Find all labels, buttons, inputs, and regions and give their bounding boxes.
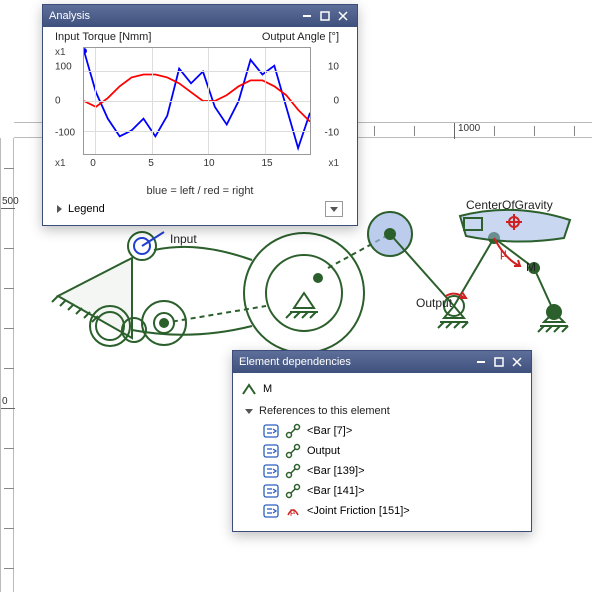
ytick-right: -10 [325, 128, 339, 139]
analysis-chart: Input Torque [Nmm] Output Angle [°] x1 x… [53, 33, 341, 183]
close-button[interactable] [509, 355, 525, 369]
xtick: 5 [148, 158, 154, 169]
bar-icon [285, 423, 301, 439]
goto-icon[interactable] [263, 423, 279, 439]
current-element-row[interactable]: M [241, 379, 523, 403]
reference-row[interactable]: <Bar [7]> [241, 421, 523, 441]
bar-icon [285, 463, 301, 479]
label-center-of-gravity: CenterOfGravity [466, 198, 553, 212]
reference-row[interactable]: <Bar [139]> [241, 461, 523, 481]
ruler-vertical: 500 0 [0, 138, 14, 592]
element-dependencies-panel[interactable]: Element dependencies M References to thi… [232, 350, 532, 532]
panel-title-text: Element dependencies [239, 356, 471, 368]
axis-multiplier: x1 [55, 47, 66, 58]
panel-titlebar[interactable]: Analysis [43, 5, 357, 27]
reference-label: <Bar [141]> [307, 485, 365, 497]
reference-row[interactable]: <Bar [141]> [241, 481, 523, 501]
analysis-panel[interactable]: Analysis Input Torque [Nmm] Output Angle… [42, 4, 358, 226]
label-m: M [526, 260, 536, 274]
goto-icon[interactable] [263, 443, 279, 459]
friction-icon: µ [285, 503, 301, 519]
close-button[interactable] [335, 9, 351, 23]
references-section-header[interactable]: References to this element [241, 403, 523, 421]
reference-label: <Bar [139]> [307, 465, 365, 477]
goto-icon[interactable] [263, 503, 279, 519]
reference-label: Output [307, 445, 340, 457]
reference-row[interactable]: Output [241, 441, 523, 461]
minimize-button[interactable] [299, 9, 315, 23]
reference-label: <Bar [7]> [307, 425, 352, 437]
bar-icon [285, 443, 301, 459]
chart-subtitle: blue = left / red = right [53, 185, 347, 197]
panel-title-text: Analysis [49, 10, 297, 22]
legend-label[interactable]: Legend [68, 203, 105, 215]
ruler-tick-label: 0 [2, 396, 8, 407]
svg-text:µ: µ [290, 506, 295, 516]
plot-area [83, 47, 311, 155]
legend-dropdown-button[interactable] [325, 201, 343, 217]
xtick: 10 [203, 158, 214, 169]
minimize-button[interactable] [473, 355, 489, 369]
ytick-right: 10 [328, 62, 339, 73]
axis-multiplier: x1 [55, 158, 66, 169]
ytick-left: 100 [55, 62, 72, 73]
bar-icon [285, 483, 301, 499]
current-element-name: M [263, 383, 272, 395]
ytick-left: -100 [55, 128, 75, 139]
maximize-button[interactable] [491, 355, 507, 369]
ytick-left: 0 [55, 96, 61, 107]
maximize-button[interactable] [317, 9, 333, 23]
reference-row[interactable]: µ <Joint Friction [151]> [241, 501, 523, 521]
xtick: 15 [261, 158, 272, 169]
label-input: Input [170, 232, 197, 246]
goto-icon[interactable] [263, 463, 279, 479]
ytick-right: 0 [333, 96, 339, 107]
y-axis-left-label: Input Torque [Nmm] [55, 31, 151, 43]
ruler-tick-label: 1000 [458, 123, 480, 134]
label-mu: µ [500, 246, 507, 260]
xtick: 0 [90, 158, 96, 169]
goto-icon[interactable] [263, 483, 279, 499]
label-output: Output [416, 296, 452, 310]
reference-label: <Joint Friction [151]> [307, 505, 410, 517]
collapse-icon[interactable] [245, 409, 253, 414]
expand-icon[interactable] [57, 205, 62, 213]
y-axis-right-label: Output Angle [°] [262, 31, 339, 43]
linkage-icon [241, 381, 257, 397]
axis-multiplier: x1 [328, 158, 339, 169]
panel-titlebar[interactable]: Element dependencies [233, 351, 531, 373]
section-label: References to this element [259, 405, 390, 417]
